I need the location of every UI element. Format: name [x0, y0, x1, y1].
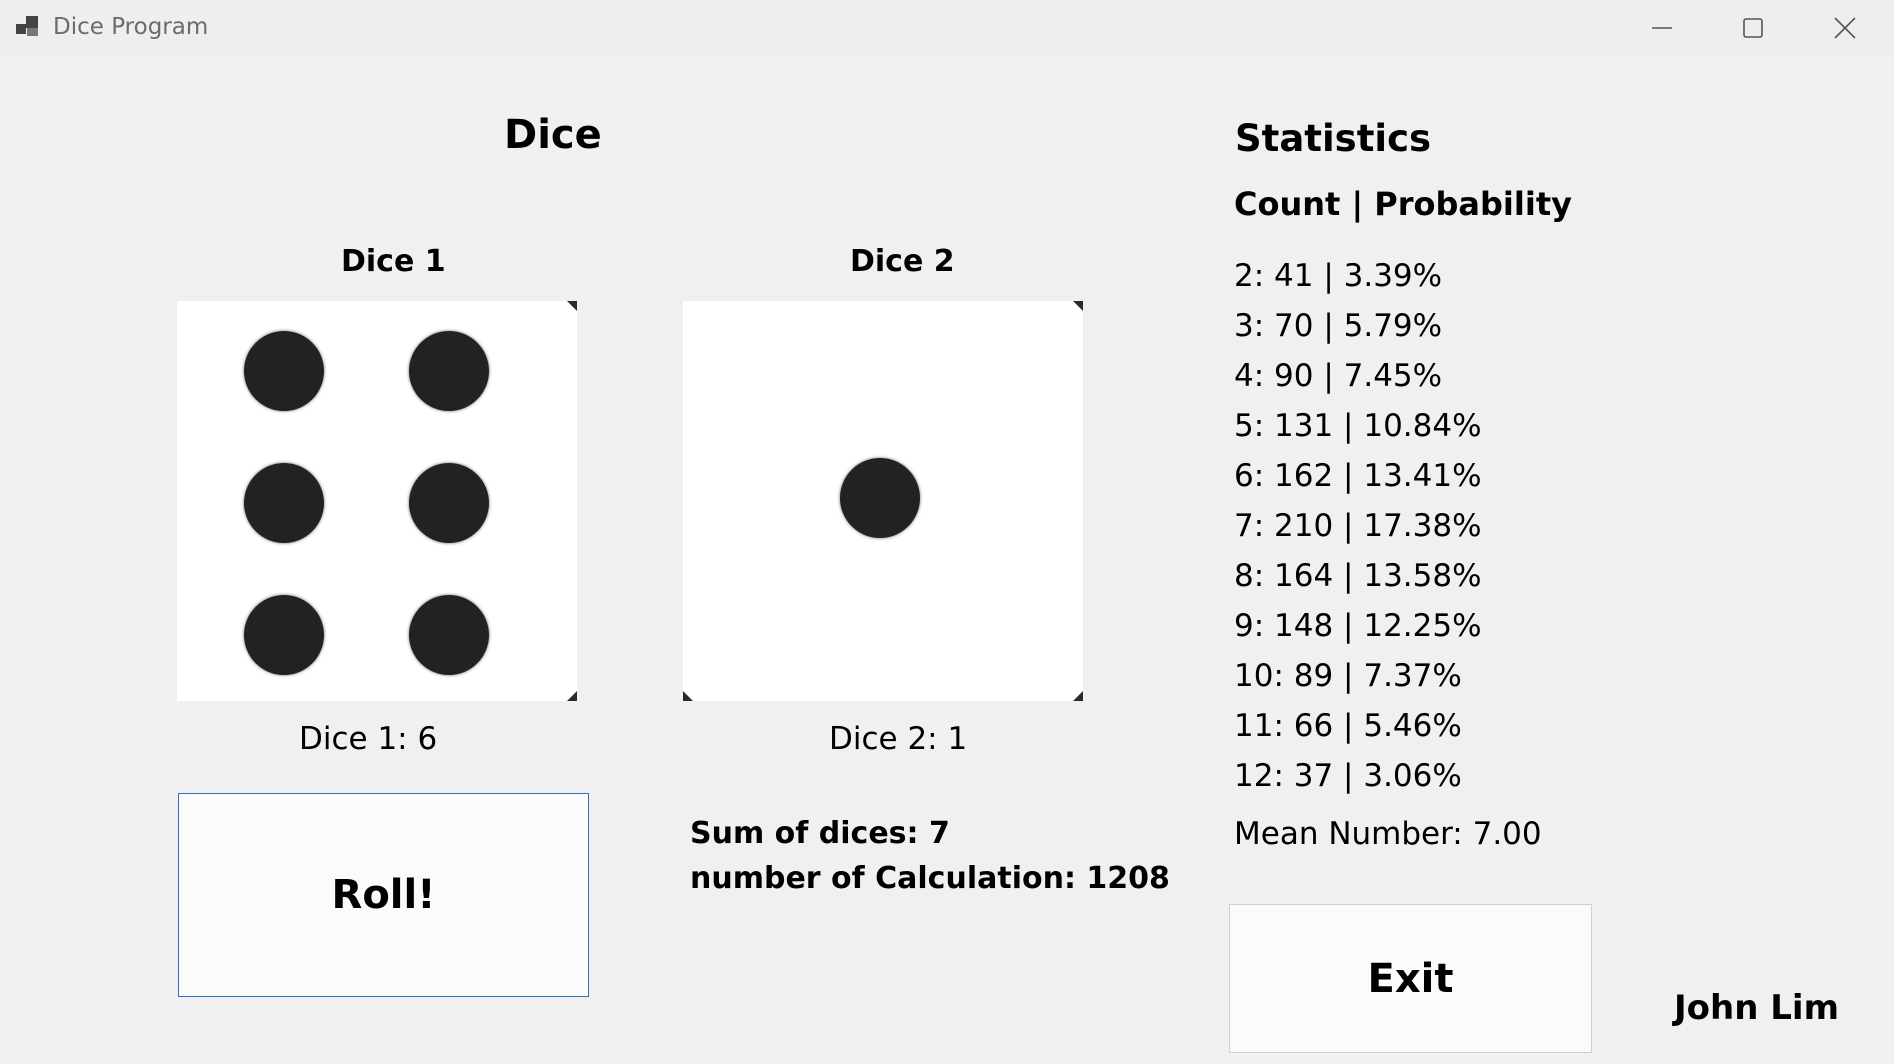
dice-pip	[244, 595, 324, 675]
statistics-columns-header: Count | Probability	[1234, 185, 1572, 223]
statistics-heading: Statistics	[1235, 117, 1432, 160]
statistics-row: 6: 162 | 13.41%	[1234, 458, 1482, 494]
dice1-image	[177, 301, 577, 701]
author-name: John Lim	[1674, 988, 1840, 1028]
statistics-row: 2: 41 | 3.39%	[1234, 258, 1443, 294]
dice-pip	[409, 595, 489, 675]
dice2-value: Dice 2: 1	[829, 721, 968, 757]
dice2-image	[683, 301, 1083, 701]
statistics-row: 9: 148 | 12.25%	[1234, 608, 1482, 644]
dice2-label: Dice 2	[850, 244, 955, 279]
minimize-button[interactable]	[1646, 12, 1678, 44]
close-button[interactable]	[1829, 12, 1861, 44]
app-icon	[16, 16, 38, 36]
statistics-row: 10: 89 | 7.37%	[1234, 658, 1462, 694]
dice-pip	[409, 463, 489, 543]
close-icon	[1834, 17, 1856, 39]
mean-number: Mean Number: 7.00	[1234, 816, 1542, 852]
dice-pip	[409, 331, 489, 411]
maximize-button[interactable]	[1737, 12, 1769, 44]
dice-pip	[244, 463, 324, 543]
roll-button[interactable]: Roll!	[178, 793, 589, 997]
statistics-row: 8: 164 | 13.58%	[1234, 558, 1482, 594]
maximize-icon	[1743, 18, 1763, 38]
exit-button[interactable]: Exit	[1229, 904, 1592, 1053]
sum-of-dices: Sum of dices: 7	[690, 816, 950, 851]
statistics-row: 3: 70 | 5.79%	[1234, 308, 1443, 344]
minimize-icon	[1652, 27, 1672, 29]
window-title: Dice Program	[53, 14, 209, 40]
title-bar: Dice Program	[0, 0, 1894, 56]
dice-heading: Dice	[504, 112, 602, 158]
statistics-row: 5: 131 | 10.84%	[1234, 408, 1482, 444]
dice-pip	[244, 331, 324, 411]
number-of-calculation: number of Calculation: 1208	[690, 861, 1170, 896]
statistics-row: 12: 37 | 3.06%	[1234, 758, 1462, 794]
statistics-row: 4: 90 | 7.45%	[1234, 358, 1443, 394]
dice-pip	[840, 458, 920, 538]
dice1-label: Dice 1	[341, 244, 446, 279]
statistics-row: 7: 210 | 17.38%	[1234, 508, 1482, 544]
dice1-value: Dice 1: 6	[299, 721, 438, 757]
statistics-row: 11: 66 | 5.46%	[1234, 708, 1462, 744]
